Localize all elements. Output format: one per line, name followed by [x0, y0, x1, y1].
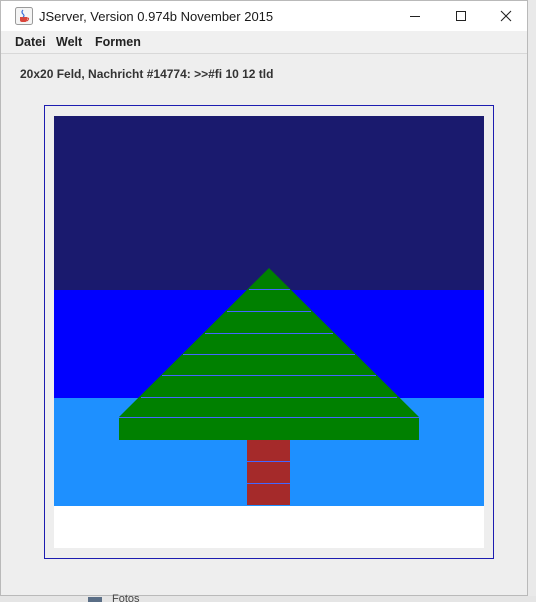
tree-base: [119, 417, 419, 440]
close-button[interactable]: [483, 1, 527, 31]
status-message: 20x20 Feld, Nachricht #14774: >>#fi 10 1…: [20, 67, 274, 81]
tree-trunk: [247, 440, 290, 505]
maximize-button[interactable]: [438, 1, 484, 31]
sky-dark-band: [54, 116, 484, 290]
board-frame: [44, 105, 494, 559]
jserver-window: JServer, Version 0.974b November 2015 Da…: [0, 0, 528, 596]
java-cup-icon: [15, 7, 33, 25]
background-item-fotos[interactable]: Fotos: [112, 594, 140, 602]
minimize-button[interactable]: [392, 1, 438, 31]
menu-bar: Datei Welt Formen: [1, 31, 527, 54]
board-drawing: [54, 116, 484, 548]
maximize-icon: [456, 11, 466, 21]
background-window-strip: [0, 596, 536, 602]
close-icon: [500, 10, 512, 22]
title-bar[interactable]: JServer, Version 0.974b November 2015: [1, 1, 527, 31]
menu-welt[interactable]: Welt: [56, 35, 82, 49]
window-title: JServer, Version 0.974b November 2015: [39, 9, 274, 24]
board-canvas[interactable]: [54, 116, 484, 548]
menu-datei[interactable]: Datei: [15, 35, 46, 49]
menu-formen[interactable]: Formen: [95, 35, 141, 49]
ground-band: [54, 506, 484, 548]
minimize-icon: [410, 16, 420, 17]
photos-icon: [88, 597, 102, 602]
